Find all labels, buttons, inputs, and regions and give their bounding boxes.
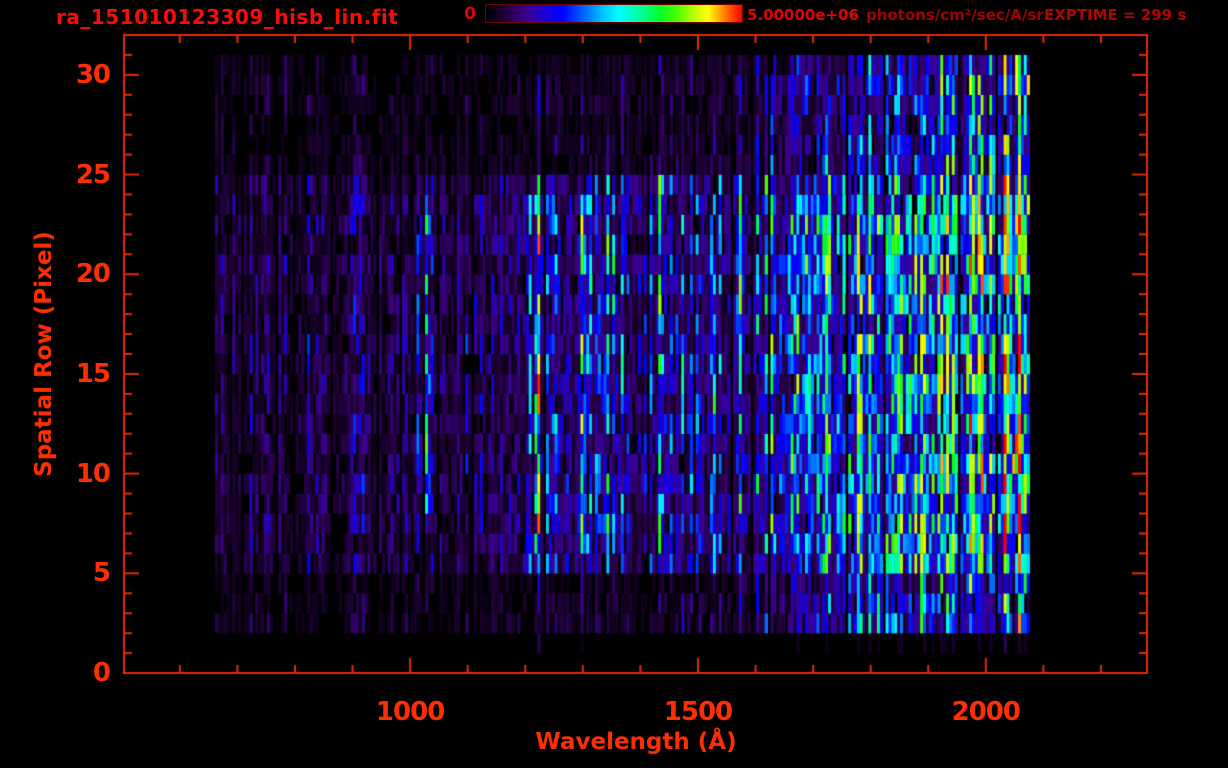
- x-tick-label: 1000: [375, 697, 445, 727]
- colorbar-max-value: 5.00000e+06: [747, 6, 859, 24]
- x-tick-label: 1500: [663, 697, 733, 727]
- colorbar-max-label: 5.00000e+06 photons/cm²/sec/A/sr: [747, 6, 1044, 24]
- exptime-label: EXPTIME = 299 s: [1044, 6, 1187, 24]
- y-tick-label: 15: [75, 358, 111, 389]
- x-axis-label: Wavelength (Å): [535, 729, 737, 755]
- spectral-image-canvas: [0, 0, 1228, 768]
- y-tick-label: 30: [75, 59, 111, 90]
- colorbar-min-label: 0: [464, 4, 476, 24]
- y-tick-label: 5: [92, 558, 111, 589]
- colorbar-gradient: [485, 4, 743, 23]
- colorbar-units-label: photons/cm²/sec/A/sr: [865, 6, 1044, 24]
- y-tick-label: 10: [75, 458, 111, 489]
- x-tick-label: 2000: [951, 697, 1021, 727]
- y-tick-label: 20: [75, 259, 111, 290]
- plot-window: ra_151010123309_hisb_lin.fit 0 5.00000e+…: [0, 0, 1228, 768]
- filename-title: ra_151010123309_hisb_lin.fit: [56, 5, 399, 29]
- y-tick-label: 25: [75, 159, 111, 190]
- y-tick-label: 0: [92, 658, 111, 688]
